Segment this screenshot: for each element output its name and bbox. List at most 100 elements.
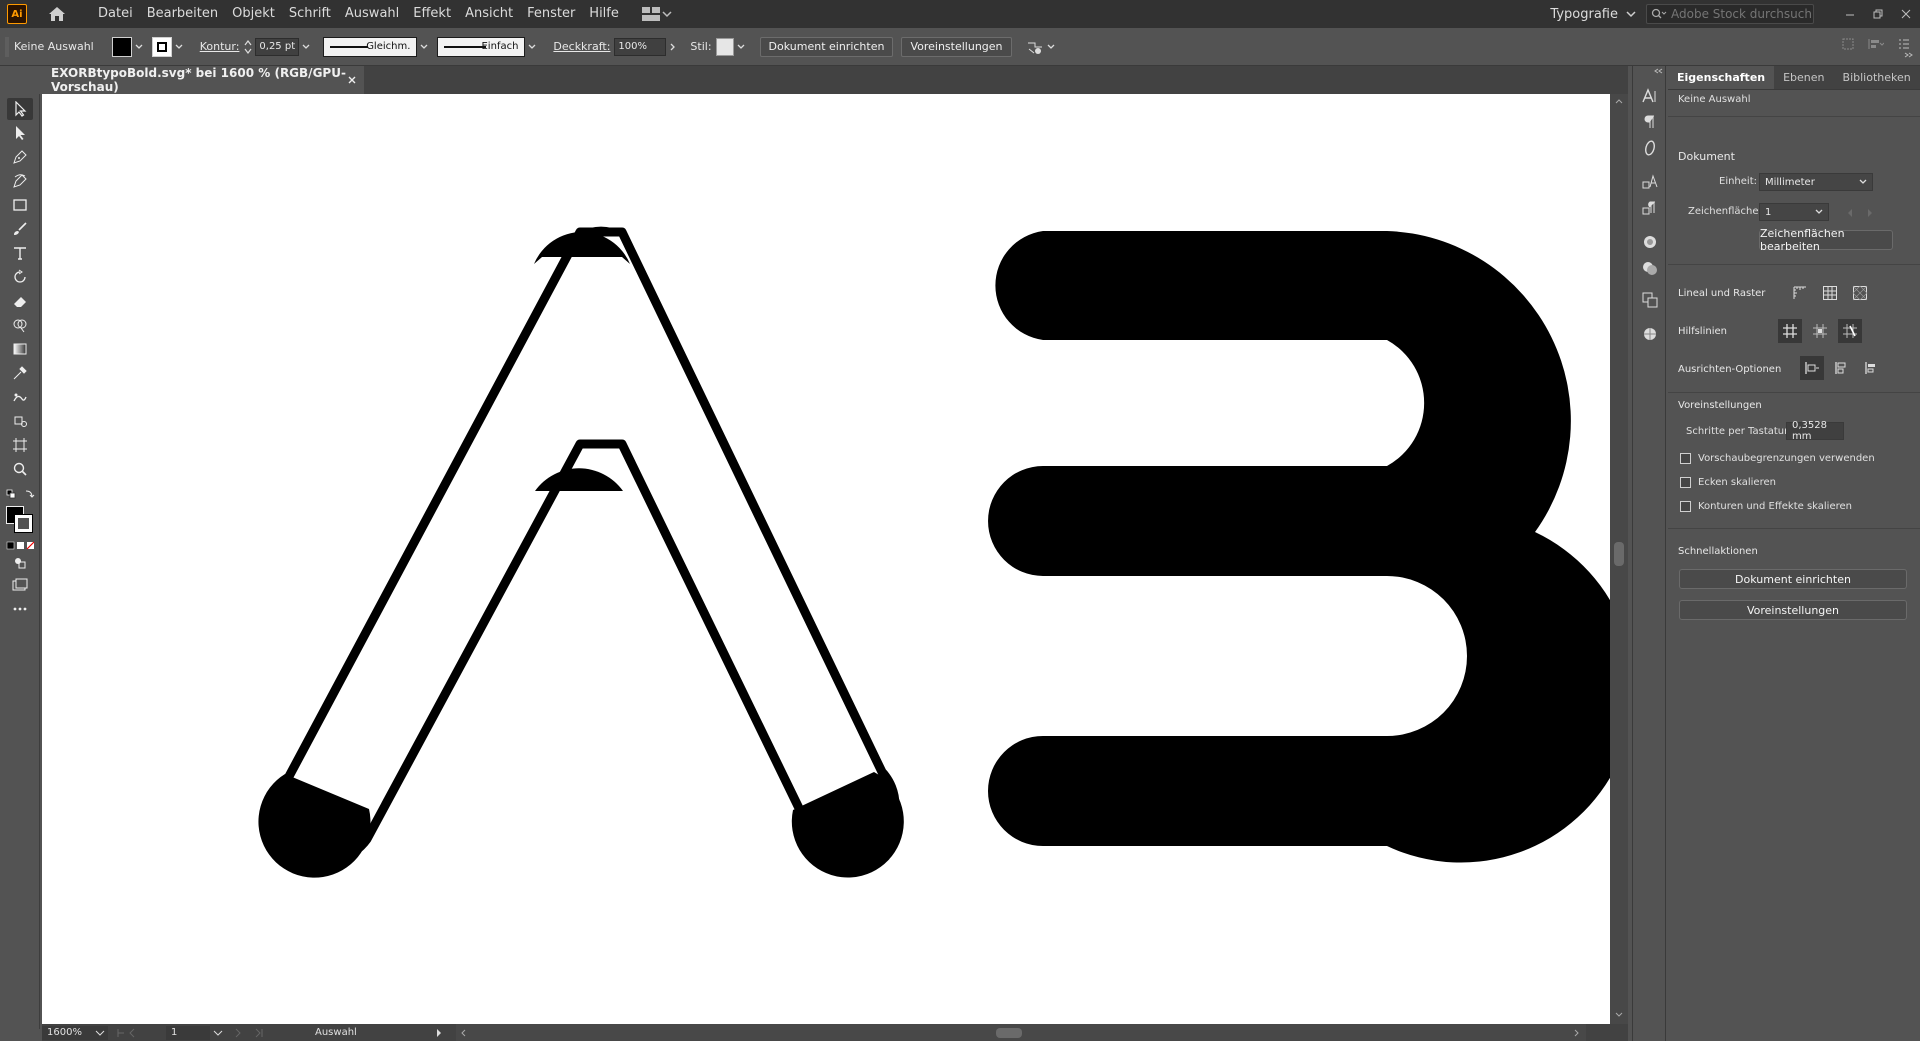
menu-fenster[interactable]: Fenster: [520, 0, 582, 28]
pen-tool[interactable]: [7, 146, 33, 168]
paragraph-styles-button[interactable]: [1638, 196, 1662, 220]
checkbox-box[interactable]: [1680, 453, 1691, 464]
stock-search[interactable]: [1646, 4, 1814, 24]
menu-auswahl[interactable]: Auswahl: [338, 0, 406, 28]
stock-search-input[interactable]: [1671, 7, 1811, 21]
preferences-button[interactable]: Voreinstellungen: [901, 36, 1012, 57]
opentype-panel-button[interactable]: [1638, 136, 1662, 160]
align-to-key-object[interactable]: [1830, 356, 1854, 380]
stroke-profile-dropdown[interactable]: [417, 44, 431, 50]
paragraph-panel-button[interactable]: [1638, 110, 1662, 134]
edit-artboards-button[interactable]: Zeichenflächen bearbeiten: [1759, 227, 1893, 253]
menu-effekt[interactable]: Effekt: [406, 0, 458, 28]
glyph-b[interactable]: [988, 231, 1610, 863]
home-button[interactable]: [39, 0, 75, 28]
screen-mode-tool[interactable]: [7, 574, 33, 596]
menu-bearbeiten[interactable]: Bearbeiten: [140, 0, 225, 28]
stroke-weight-dropdown[interactable]: [299, 44, 313, 50]
selection-tool[interactable]: [7, 98, 33, 120]
opacity-label[interactable]: Deckkraft:: [553, 40, 610, 53]
minimize-button[interactable]: [1836, 0, 1864, 28]
quick-document-setup-button[interactable]: Dokument einrichten: [1679, 569, 1907, 589]
fill-swatch[interactable]: [111, 36, 132, 57]
tab-layers[interactable]: Ebenen: [1774, 66, 1833, 89]
menu-datei[interactable]: Datei: [91, 0, 140, 28]
arrange-documents-button[interactable]: [641, 7, 674, 21]
align-to-selection[interactable]: [1800, 356, 1824, 380]
puppet-warp-tool[interactable]: [7, 386, 33, 408]
artboards-button[interactable]: [1638, 288, 1662, 312]
unit-select[interactable]: Millimeter: [1759, 173, 1873, 191]
transparency-grid-toggle[interactable]: [1848, 281, 1872, 305]
glyphs-panel-button[interactable]: [1638, 170, 1662, 194]
rotate-tool[interactable]: [7, 266, 33, 288]
document-tab[interactable]: EXORBtypoBold.svg* bei 1600 % (RGB/GPU-V…: [42, 66, 364, 94]
stroke-weight-input[interactable]: 0,25 pt: [255, 37, 300, 56]
fill-dropdown[interactable]: [132, 44, 146, 50]
curvature-tool[interactable]: [7, 170, 33, 192]
eraser-tool[interactable]: [7, 290, 33, 312]
artwork[interactable]: [42, 94, 1610, 1024]
guides-toggle[interactable]: [1778, 319, 1802, 343]
checkbox-use-preview-bounds[interactable]: Vorschaubegrenzungen verwenden: [1680, 453, 1875, 464]
stroke-profile[interactable]: Gleichm.: [323, 36, 418, 57]
checkbox-scale-corners[interactable]: Ecken skalieren: [1680, 477, 1776, 488]
keyboard-increment-input[interactable]: 0,3528 mm: [1786, 420, 1844, 442]
type-tool[interactable]: [7, 242, 33, 264]
opacity-input[interactable]: 100%: [614, 37, 667, 56]
fill-stroke-swatches[interactable]: [6, 506, 34, 534]
grid-toggle[interactable]: [1818, 281, 1842, 305]
color-themes-button[interactable]: [1638, 322, 1662, 346]
close-window-button[interactable]: [1892, 0, 1920, 28]
close-tab-button[interactable]: [348, 76, 356, 84]
artboard-select[interactable]: 1: [1759, 203, 1829, 221]
stroke-dropdown[interactable]: [172, 44, 186, 50]
artboard-tool[interactable]: [7, 434, 33, 456]
horizontal-scrollbar[interactable]: [456, 1024, 1586, 1041]
gradient-tool[interactable]: [7, 338, 33, 360]
direct-selection-tool[interactable]: [7, 122, 33, 144]
draw-mode-tool[interactable]: [7, 552, 33, 574]
recolor-dropdown[interactable]: [1044, 44, 1058, 50]
style-dropdown[interactable]: [734, 44, 748, 50]
tab-properties[interactable]: Eigenschaften: [1668, 66, 1775, 89]
color-mode-buttons[interactable]: [6, 540, 36, 550]
stroke-label[interactable]: Kontur:: [200, 40, 240, 53]
checkbox-scale-strokes-effects[interactable]: Konturen und Effekte skalieren: [1680, 501, 1852, 512]
shape-builder-tool[interactable]: [7, 314, 33, 336]
restore-button[interactable]: [1864, 0, 1892, 28]
tab-libraries[interactable]: Bibliotheken: [1834, 66, 1920, 89]
checkbox-box[interactable]: [1680, 477, 1691, 488]
symbol-sprayer-tool[interactable]: [7, 410, 33, 432]
menu-schrift[interactable]: Schrift: [282, 0, 338, 28]
edit-toolbar-button[interactable]: [7, 598, 33, 620]
graphic-styles-button[interactable]: [1638, 256, 1662, 280]
appearance-button[interactable]: [1638, 230, 1662, 254]
canvas[interactable]: [42, 94, 1610, 1024]
quick-preferences-button[interactable]: Voreinstellungen: [1679, 600, 1907, 620]
vertical-scroll-thumb[interactable]: [1614, 542, 1624, 566]
snap-to-point-toggle[interactable]: [1838, 319, 1862, 343]
menu-objekt[interactable]: Objekt: [225, 0, 282, 28]
default-swap-colors[interactable]: [6, 488, 36, 502]
opacity-slider-toggle[interactable]: [666, 43, 680, 51]
eyedropper-tool[interactable]: [7, 362, 33, 384]
smart-guides-toggle[interactable]: [1808, 319, 1832, 343]
graphic-style-swatch[interactable]: [715, 37, 734, 56]
menu-hilfe[interactable]: Hilfe: [582, 0, 626, 28]
stroke-swatch[interactable]: [151, 36, 172, 57]
workspace-switcher[interactable]: Typografie: [1550, 7, 1636, 22]
stroke-color-swatch[interactable]: [14, 514, 33, 533]
paintbrush-tool[interactable]: [7, 218, 33, 240]
brush-definition[interactable]: Einfach: [437, 36, 526, 57]
character-panel-button[interactable]: [1638, 84, 1662, 108]
menu-ansicht[interactable]: Ansicht: [458, 0, 520, 28]
horizontal-scroll-thumb[interactable]: [996, 1028, 1022, 1038]
rectangle-tool[interactable]: [7, 194, 33, 216]
zoom-tool[interactable]: [7, 458, 33, 480]
brush-dropdown[interactable]: [525, 44, 539, 50]
rulers-toggle[interactable]: [1788, 281, 1812, 305]
document-setup-button[interactable]: Dokument einrichten: [759, 36, 894, 57]
vertical-scrollbar[interactable]: [1610, 94, 1628, 1024]
artboard-field[interactable]: 1: [166, 1025, 210, 1040]
